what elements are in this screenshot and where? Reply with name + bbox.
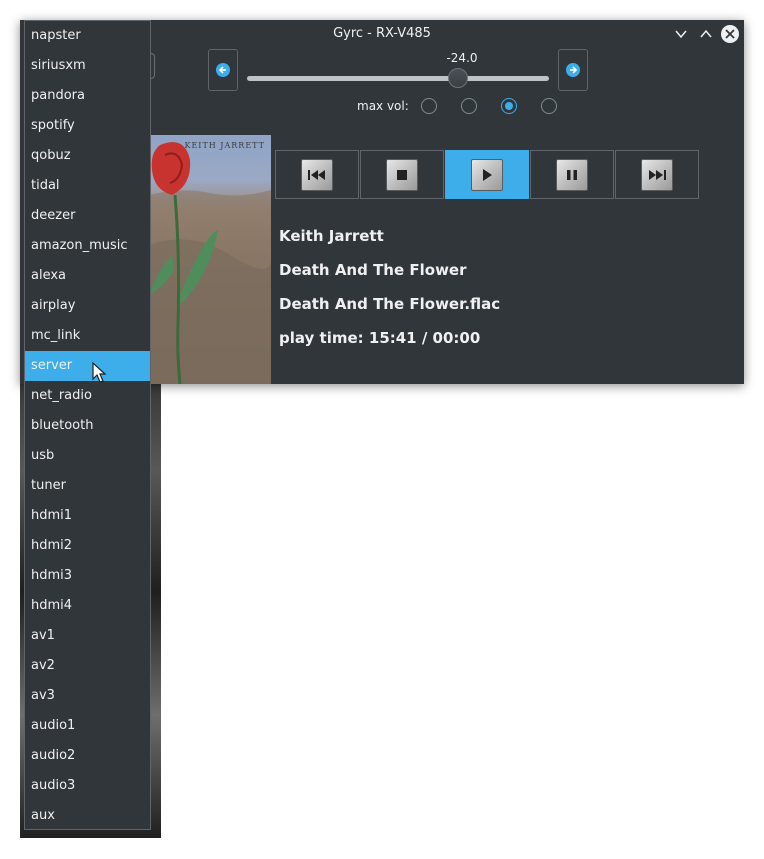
dropdown-item-deezer[interactable]: deezer <box>25 201 150 231</box>
arrow-right-icon <box>566 63 580 77</box>
dropdown-item-audio2[interactable]: audio2 <box>25 741 150 771</box>
source-dropdown-list: napster siriusxm pandora spotify qobuz tidal d… <box>24 20 151 830</box>
dropdown-item-audio3[interactable]: audio3 <box>25 771 150 801</box>
volume-value: -24.0 <box>446 51 478 65</box>
chevron-down-icon <box>675 30 687 39</box>
dropdown-item-tuner[interactable]: tuner <box>25 471 150 501</box>
rose-illustration <box>150 142 271 384</box>
stop-button[interactable] <box>360 150 444 199</box>
dropdown-item-hdmi2[interactable]: hdmi2 <box>25 531 150 561</box>
stop-icon <box>386 158 418 191</box>
mouse-cursor-icon <box>92 362 107 383</box>
dropdown-item-bluetooth[interactable]: bluetooth <box>25 411 150 441</box>
close-icon <box>725 29 735 39</box>
dropdown-item-pandora[interactable]: pandora <box>25 81 150 111</box>
pause-icon <box>556 158 588 191</box>
skip-next-icon <box>641 158 673 191</box>
dropdown-item-hdmi1[interactable]: hdmi1 <box>25 501 150 531</box>
max-vol-radio-4[interactable] <box>541 98 557 114</box>
max-vol-radio-3[interactable] <box>501 98 517 114</box>
dropdown-item-tidal[interactable]: tidal <box>25 171 150 201</box>
dropdown-item-siriusxm[interactable]: siriusxm <box>25 51 150 81</box>
dropdown-item-usb[interactable]: usb <box>25 441 150 471</box>
next-button[interactable] <box>615 150 699 199</box>
dropdown-item-amazon_music[interactable]: amazon_music <box>25 231 150 261</box>
maximize-button[interactable] <box>697 25 715 43</box>
dropdown-item-net_radio[interactable]: net_radio <box>25 381 150 411</box>
dropdown-item-hdmi3[interactable]: hdmi3 <box>25 561 150 591</box>
volume-slider-track[interactable] <box>247 76 549 81</box>
dropdown-item-audio1[interactable]: audio1 <box>25 711 150 741</box>
volume-slider-handle[interactable] <box>448 68 469 88</box>
chevron-up-icon <box>700 29 712 38</box>
playback-controls <box>275 150 700 199</box>
minimize-button[interactable] <box>672 25 690 43</box>
dropdown-item-spotify[interactable]: spotify <box>25 111 150 141</box>
dropdown-item-aux[interactable]: aux <box>25 801 150 831</box>
dropdown-item-av1[interactable]: av1 <box>25 621 150 651</box>
dropdown-item-av3[interactable]: av3 <box>25 681 150 711</box>
album-cover: KEITH JARRETT <box>150 135 271 384</box>
play-icon <box>471 158 503 191</box>
dropdown-item-server[interactable]: server <box>25 351 150 381</box>
previous-button[interactable] <box>275 150 359 199</box>
play-time-label: play time: 15:41 / 00:00 <box>279 329 481 347</box>
max-vol-label: max vol: <box>357 99 409 113</box>
dropdown-item-hdmi4[interactable]: hdmi4 <box>25 591 150 621</box>
close-button[interactable] <box>721 25 739 43</box>
volume-up-button[interactable] <box>558 49 588 91</box>
max-vol-radio-2[interactable] <box>461 98 477 114</box>
volume-down-button[interactable] <box>208 49 238 91</box>
dropdown-item-napster[interactable]: napster <box>25 21 150 51</box>
arrow-left-icon <box>216 63 230 77</box>
pause-button[interactable] <box>530 150 614 199</box>
dropdown-item-alexa[interactable]: alexa <box>25 261 150 291</box>
file-label: Death And The Flower.flac <box>279 295 501 313</box>
dropdown-item-mc_link[interactable]: mc_link <box>25 321 150 351</box>
play-button[interactable] <box>445 150 529 199</box>
artist-label: Keith Jarrett <box>279 227 384 245</box>
dropdown-item-airplay[interactable]: airplay <box>25 291 150 321</box>
skip-previous-icon <box>301 158 333 191</box>
max-vol-radio-1[interactable] <box>421 98 437 114</box>
album-label: Death And The Flower <box>279 261 467 279</box>
dropdown-item-av2[interactable]: av2 <box>25 651 150 681</box>
dropdown-item-qobuz[interactable]: qobuz <box>25 141 150 171</box>
